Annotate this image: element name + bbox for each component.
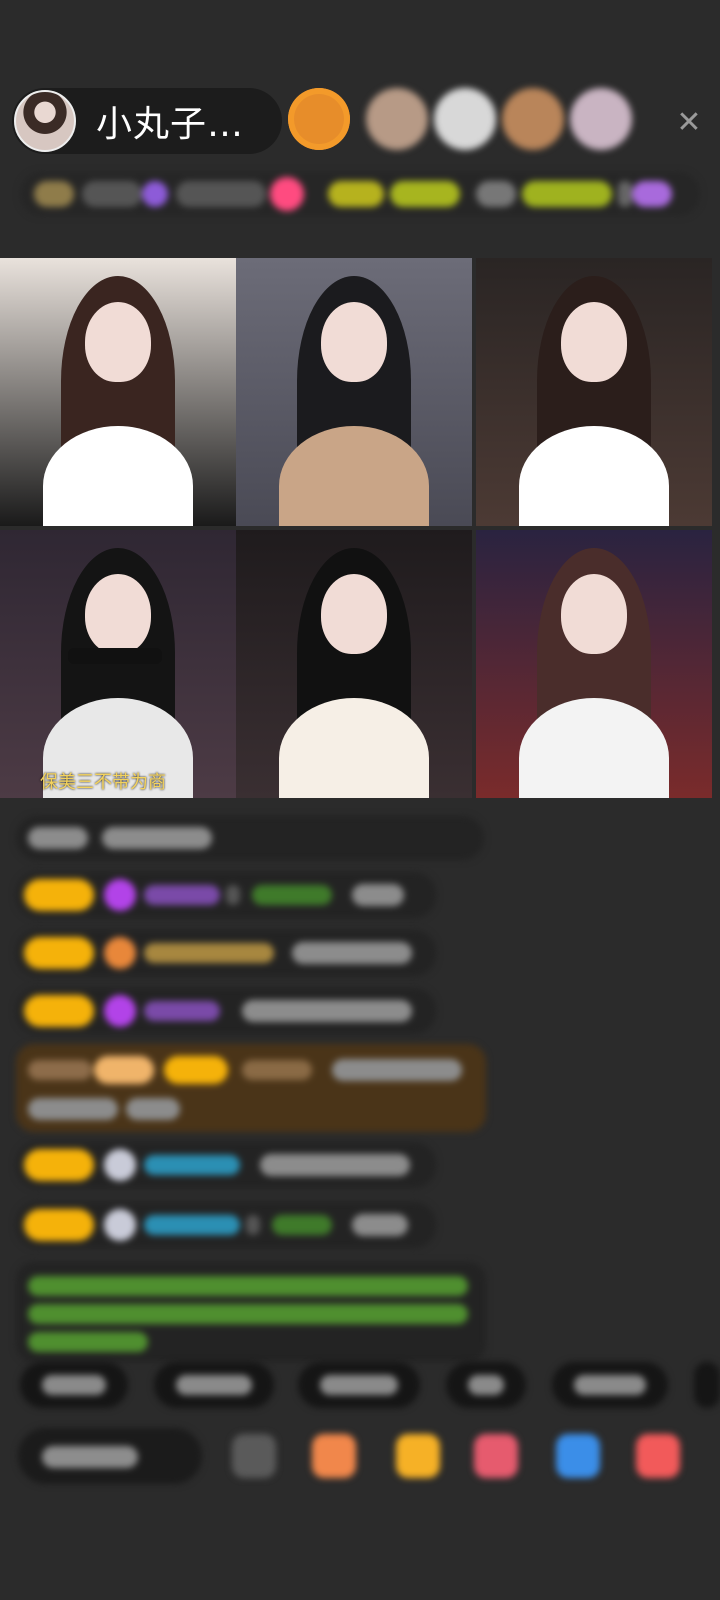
quick-reply-2[interactable] <box>154 1362 274 1408</box>
chat-message <box>16 930 436 976</box>
chat-input[interactable] <box>18 1428 202 1484</box>
chat-notice-green <box>16 1262 486 1362</box>
quick-reply-6[interactable] <box>694 1362 720 1408</box>
viewer-avatar-2[interactable] <box>366 88 428 150</box>
video-tile-1[interactable] <box>0 258 236 526</box>
chat-message <box>16 988 436 1034</box>
video-tile-5[interactable] <box>236 530 472 798</box>
chat-message <box>16 1142 436 1188</box>
quick-reply-4[interactable] <box>446 1362 526 1408</box>
comment-box-icon[interactable] <box>232 1434 276 1478</box>
quick-reply-1[interactable] <box>20 1362 128 1408</box>
viewer-avatar-5[interactable] <box>570 88 632 150</box>
host-avatar[interactable] <box>14 90 76 152</box>
sunglasses-icon <box>68 648 162 664</box>
viewer-avatar-1[interactable] <box>288 88 350 150</box>
treasure-icon[interactable] <box>396 1434 440 1478</box>
viewer-avatar-4[interactable] <box>502 88 564 150</box>
stream-info-row[interactable] <box>20 172 700 216</box>
video-tile-6[interactable] <box>476 530 712 798</box>
chat-message <box>16 1202 436 1248</box>
host-info-pill[interactable]: 小丸子… <box>12 88 282 154</box>
quick-reply-5[interactable] <box>552 1362 668 1408</box>
video-tile-2[interactable] <box>236 258 472 526</box>
game-icon[interactable] <box>474 1434 518 1478</box>
chat-message <box>16 816 484 860</box>
host-name-text: 小丸子… <box>96 104 245 145</box>
viewer-avatar-3[interactable] <box>434 88 496 150</box>
chat-system-highlight <box>16 1044 486 1132</box>
video-caption: 保美三不带为商 <box>40 772 166 793</box>
quick-reply-3[interactable] <box>298 1362 420 1408</box>
app-grid-icon[interactable] <box>636 1434 680 1478</box>
video-tile-3[interactable] <box>476 258 712 526</box>
host-name: 小丸子… <box>96 95 244 147</box>
video-tile-4[interactable]: 保美三不带为商 <box>0 530 236 798</box>
chat-bubble-icon[interactable] <box>556 1434 600 1478</box>
close-icon[interactable]: ✕ <box>672 106 706 140</box>
chat-message <box>16 872 436 918</box>
gift-box-icon[interactable] <box>312 1434 356 1478</box>
